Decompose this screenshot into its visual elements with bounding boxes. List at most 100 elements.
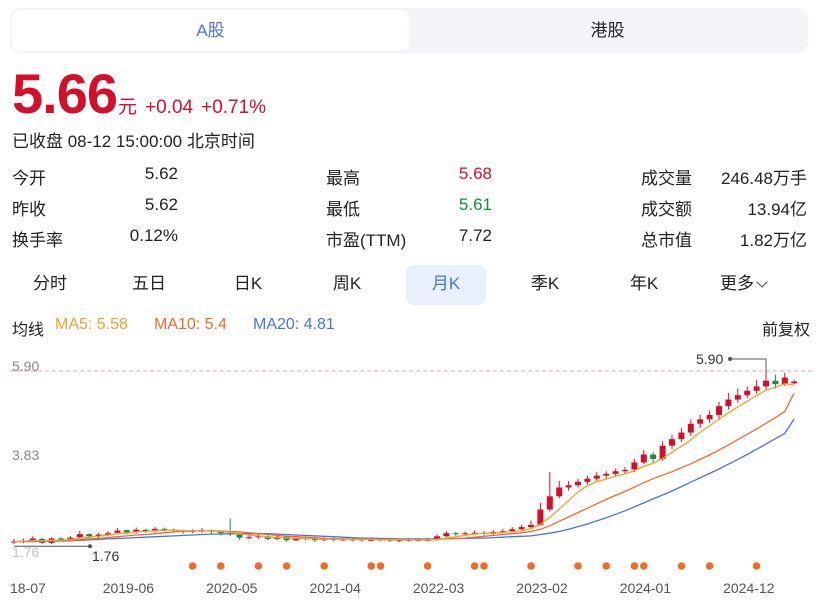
price-row: 5.66 元 +0.04 +0.71%: [12, 64, 266, 124]
candle-body: [86, 534, 93, 537]
candle-body: [528, 524, 534, 528]
candle-body: [734, 395, 741, 400]
chevron-down-icon: [756, 276, 768, 288]
tab-five-day[interactable]: 五日: [109, 265, 189, 305]
event-marker: [640, 562, 648, 570]
market-tabs: A股 港股: [10, 8, 808, 53]
event-marker: [705, 562, 714, 570]
candle-body: [518, 527, 525, 530]
max-price-label: 5.90: [696, 351, 723, 367]
candle-body: [716, 406, 722, 415]
candle-body: [697, 419, 704, 424]
stat-value-prev-close: 5.62: [144, 195, 178, 214]
x-tick-label: 2020-05: [206, 580, 258, 596]
candle-body: [123, 530, 130, 533]
tab-quarterly-k[interactable]: 季K: [505, 265, 585, 305]
monthly-k-chart[interactable]: 5.90 3.83 1.76 5.90 1.76 18-07 2019-06 202…: [0, 345, 825, 611]
candle-body: [791, 381, 798, 384]
stat-label-pe-ttm: 市盈(TTM): [326, 231, 407, 250]
stat-value-turnover-rate: 0.12%: [129, 226, 178, 245]
stat-label-low: 最低: [326, 200, 360, 219]
stat-value-high: 5.68: [458, 164, 492, 183]
ma5-line: [13, 383, 795, 543]
candle-body: [546, 496, 553, 510]
x-tick-label: 2023-02: [516, 580, 568, 596]
tab-weekly-k[interactable]: 周K: [307, 265, 387, 305]
tab-a-share[interactable]: A股: [12, 10, 409, 51]
event-marker: [480, 562, 488, 570]
candle-body: [452, 533, 459, 535]
candle-body: [687, 423, 694, 433]
stat-value-open: 5.62: [144, 164, 178, 183]
event-marker: [254, 562, 263, 570]
x-tick-label: 2024-12: [723, 580, 775, 596]
candle-body: [565, 485, 572, 488]
stat-value-low: 5.61: [458, 195, 492, 214]
ma10-line: [13, 392, 795, 543]
stat-label-open: 今开: [12, 169, 46, 188]
tab-yearly-k[interactable]: 年K: [604, 265, 684, 305]
candle-body: [706, 414, 713, 420]
candle-body: [114, 530, 121, 533]
stat-value-volume: 246.48万手: [721, 169, 807, 188]
price-change-percent: +0.71%: [201, 97, 267, 118]
max-leader-dot: [728, 357, 732, 361]
tab-intraday[interactable]: 分时: [10, 265, 90, 305]
stat-label-volume: 成交量: [641, 169, 692, 188]
event-marker: [367, 562, 376, 570]
x-tick-label: 2021-04: [310, 580, 362, 596]
ma5-value: MA5: 5.58: [55, 316, 128, 333]
candle-body: [763, 380, 769, 387]
candle-body: [603, 473, 610, 476]
candle-body: [753, 386, 760, 391]
x-tick-label: 18-07: [10, 580, 46, 596]
tab-more[interactable]: 更多: [703, 265, 783, 305]
price-unit: 元: [118, 97, 138, 118]
x-tick-label: 2022-03: [413, 580, 465, 596]
current-price: 5.66: [12, 62, 118, 125]
event-marker: [752, 562, 761, 570]
candle-body: [640, 454, 647, 463]
tab-daily-k[interactable]: 日K: [208, 265, 288, 305]
event-marker: [527, 562, 535, 570]
y-tick-label: 5.90: [12, 358, 39, 374]
candle-body: [584, 478, 591, 482]
tab-hk-share[interactable]: 港股: [409, 10, 806, 51]
event-marker: [574, 562, 582, 570]
stat-label-prev-close: 昨收: [12, 200, 46, 219]
x-tick-label: 2019-06: [103, 580, 155, 596]
candle-body: [612, 471, 619, 474]
candle-body: [246, 537, 252, 539]
candle-body: [443, 533, 450, 537]
candle-body: [509, 529, 516, 532]
candle-body: [76, 534, 83, 538]
candle-body: [744, 390, 751, 396]
event-marker: [677, 562, 686, 570]
event-marker: [217, 562, 225, 570]
candle-body: [725, 399, 732, 407]
candle-body: [556, 487, 563, 497]
candle-body: [236, 534, 243, 538]
stat-value-market-cap: 1.82万亿: [739, 231, 807, 250]
adjust-mode-button[interactable]: 前复权: [762, 316, 810, 340]
event-marker: [320, 562, 329, 570]
y-tick-label: 3.83: [12, 447, 39, 463]
min-price-label: 1.76: [92, 548, 119, 564]
quote-stats: 今开 5.62 最高 5.68 成交量 246.48万手 昨收 5.62 最低 …: [12, 160, 812, 253]
tab-more-label: 更多: [720, 274, 754, 293]
candle-body: [669, 439, 675, 446]
event-marker: [602, 562, 610, 570]
stat-label-market-cap: 总市值: [641, 231, 692, 250]
min-leader-dot: [88, 544, 92, 549]
ma10-value: MA10: 5.4: [154, 316, 227, 333]
price-change: +0.04: [145, 97, 194, 118]
candle-body: [293, 538, 299, 541]
ma20-line: [14, 418, 795, 543]
ma-legend-title: 均线: [12, 322, 45, 339]
tab-monthly-k[interactable]: 月K: [406, 265, 486, 305]
event-marker: [376, 562, 385, 570]
event-marker: [630, 562, 639, 570]
stat-value-turnover: 13.94亿: [747, 200, 807, 219]
stat-label-turnover-rate: 换手率: [12, 231, 63, 250]
event-marker: [188, 562, 197, 570]
